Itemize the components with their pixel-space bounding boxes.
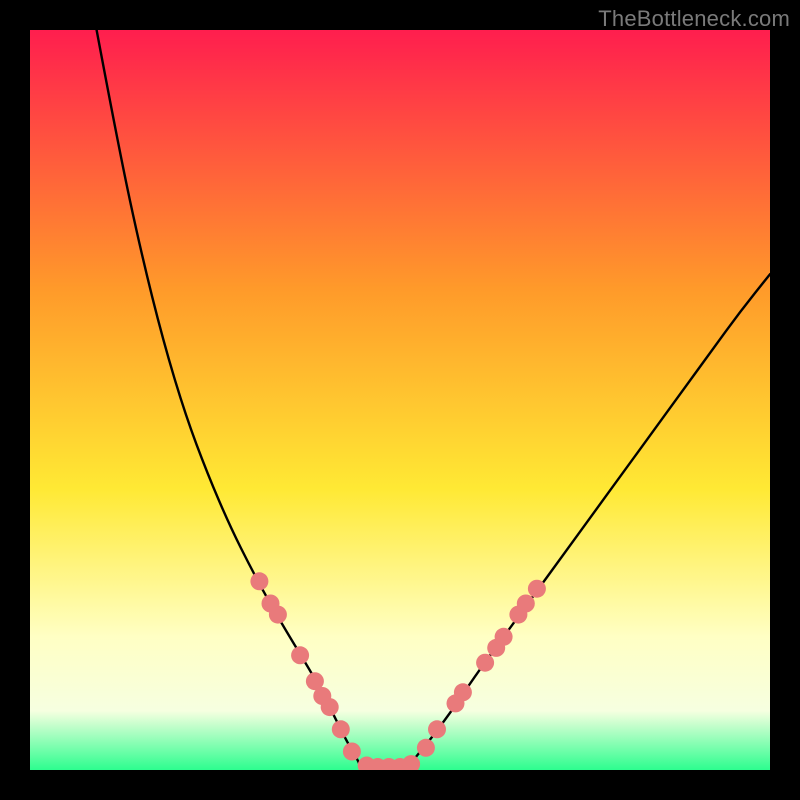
curve-marker (250, 572, 268, 590)
curve-marker (269, 606, 287, 624)
curve-marker (454, 683, 472, 701)
chart-stage: TheBottleneck.com (0, 0, 800, 800)
curve-marker (321, 698, 339, 716)
curve-marker (417, 739, 435, 757)
curve-marker (517, 595, 535, 613)
curve-marker (476, 654, 494, 672)
gradient-background (30, 30, 770, 770)
curve-marker (528, 580, 546, 598)
curve-marker (291, 646, 309, 664)
bottleneck-chart (30, 30, 770, 770)
curve-marker (495, 628, 513, 646)
watermark-text: TheBottleneck.com (598, 6, 790, 32)
curve-marker (428, 720, 446, 738)
curve-marker (343, 743, 361, 761)
curve-marker (332, 720, 350, 738)
